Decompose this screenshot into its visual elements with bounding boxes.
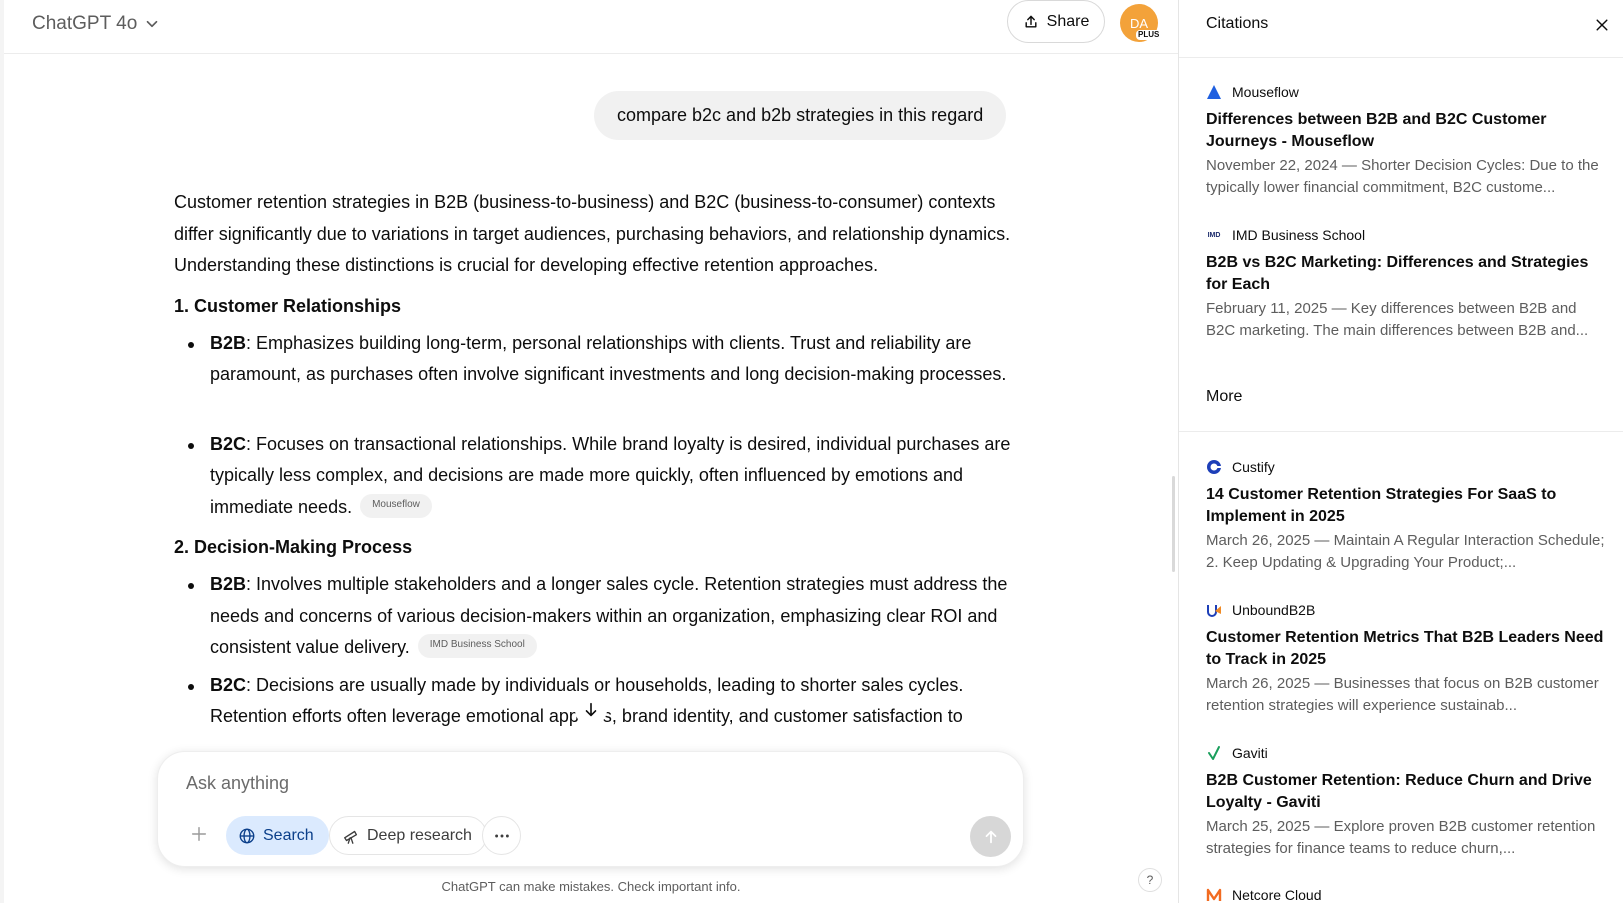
citation-item[interactable]: Custify 14 Customer Retention Strategies… [1206, 457, 1606, 574]
model-name: ChatGPT 4o [32, 13, 138, 34]
citation-title: B2B Customer Retention: Reduce Churn and… [1206, 772, 1592, 811]
citation-source: UnboundB2B [1206, 600, 1606, 620]
citation-snippet: March 26, 2025 — Maintain A Regular Inte… [1206, 532, 1605, 571]
source-chip-mouseflow[interactable]: Mouseflow [360, 493, 432, 518]
help-button[interactable]: ? [1138, 868, 1162, 892]
more-citations-label: More [1206, 388, 1243, 405]
imd-logo-icon: IMD [1207, 231, 1221, 239]
plus-icon [191, 826, 207, 842]
close-button[interactable] [1591, 14, 1613, 36]
citation-title: Customer Retention Metrics That B2B Lead… [1206, 629, 1604, 668]
model-selector[interactable]: ChatGPT 4o [32, 10, 161, 38]
citation-source: Custify [1206, 457, 1606, 477]
chevron-down-icon [146, 20, 158, 28]
composer: Search Deep research [157, 751, 1024, 867]
top-bar: ChatGPT 4o Share DA PLUS [4, 0, 1178, 54]
citation-title: 14 Customer Retention Strategies For Saa… [1206, 486, 1557, 525]
unboundb2b-logo-icon [1207, 605, 1221, 617]
citation-source: IMD IMD Business School [1206, 225, 1606, 245]
share-button[interactable]: Share [1007, 0, 1105, 43]
custify-logo-icon [1207, 460, 1221, 474]
divider [1179, 431, 1623, 432]
more-tools-button[interactable] [482, 816, 521, 855]
citation-snippet: November 22, 2024 — Shorter Decision Cyc… [1206, 157, 1599, 196]
b2c-text: : Decisions are usually made by individu… [246, 674, 964, 695]
citation-item[interactable]: IMD IMD Business School B2B vs B2C Marke… [1206, 225, 1606, 342]
scroll-down-button[interactable] [575, 694, 607, 726]
attach-button[interactable] [184, 819, 214, 849]
citations-title: Citations [1206, 15, 1269, 32]
citation-source-name: Netcore Cloud [1232, 887, 1322, 903]
deep-research-button[interactable]: Deep research [329, 816, 487, 855]
citation-source-name: UnboundB2B [1232, 602, 1316, 618]
citation-item[interactable]: UnboundB2B Customer Retention Metrics Th… [1206, 600, 1606, 717]
citations-header: Citations [1179, 0, 1623, 58]
citation-source-name: Custify [1232, 459, 1275, 475]
section-list: B2B: Emphasizes building long-term, pers… [174, 328, 1020, 524]
deep-research-label: Deep research [367, 826, 472, 844]
b2b-text: : Emphasizes building long-term, persona… [210, 332, 1007, 385]
citation-source: Mouseflow [1206, 82, 1606, 102]
b2c-label: B2C [210, 433, 247, 454]
citation-source-name: Mouseflow [1232, 84, 1299, 100]
citation-source-name: Gaviti [1232, 745, 1268, 761]
user-message: compare b2c and b2b strategies in this r… [594, 91, 1007, 140]
search-toggle-button[interactable]: Search [226, 816, 329, 855]
answer-intro: Customer retention strategies in B2B (bu… [174, 192, 1011, 275]
send-arrow-icon [985, 830, 996, 843]
netcore-logo-icon [1206, 888, 1222, 901]
share-label: Share [1046, 12, 1090, 30]
scrollbar[interactable] [1172, 476, 1175, 572]
list-item: B2C: Focuses on transactional relationsh… [174, 429, 1020, 524]
avatar-initials: DA [1129, 15, 1149, 31]
list-item: B2B: Involves multiple stakeholders and … [174, 569, 1020, 664]
b2b-text: : Involves multiple stakeholders and a l… [210, 574, 1008, 657]
citation-item[interactable]: Netcore Cloud [1206, 885, 1606, 903]
b2c-text: : Focuses on transactional relationships… [210, 433, 1011, 517]
sidebar-edge [0, 0, 4, 903]
telescope-icon [344, 830, 358, 844]
chat-main-pane: ChatGPT 4o Share DA PLUS compare b2c and… [0, 0, 1178, 903]
disclaimer: ChatGPT can make mistakes. Check importa… [441, 879, 741, 894]
b2c-label: B2C [210, 674, 247, 695]
share-icon [1025, 15, 1037, 28]
citation-item[interactable]: Gaviti B2B Customer Retention: Reduce Ch… [1206, 743, 1606, 860]
prompt-input[interactable] [186, 768, 946, 798]
citation-title: Differences between B2B and B2C Customer… [1206, 111, 1547, 150]
send-button[interactable] [970, 816, 1011, 857]
close-icon [1596, 19, 1608, 31]
more-dots-icon [494, 834, 509, 837]
plan-badge: PLUS [1136, 30, 1162, 40]
scroll-down-arrow-icon [585, 702, 597, 717]
list-item: B2B: Emphasizes building long-term, pers… [174, 328, 1020, 391]
b2b-label: B2B [210, 574, 247, 594]
citation-source: Gaviti [1206, 743, 1606, 763]
section-heading: 1. Customer Relationships [174, 295, 402, 316]
citation-snippet: February 11, 2025 — Key differences betw… [1206, 300, 1589, 339]
citation-snippet: March 25, 2025 — Explore proven B2B cust… [1206, 818, 1596, 857]
source-chip-imd[interactable]: IMD Business School [417, 634, 537, 659]
citation-source-name: IMD Business School [1232, 227, 1366, 243]
gaviti-logo-icon [1208, 746, 1220, 760]
mouseflow-logo-icon [1207, 85, 1221, 99]
citation-source: Netcore Cloud [1206, 885, 1606, 903]
citation-snippet: March 26, 2025 — Businesses that focus o… [1206, 675, 1599, 714]
b2b-label: B2B [210, 332, 247, 353]
citation-title: B2B vs B2C Marketing: Differences and St… [1206, 254, 1589, 293]
section-heading: 2. Decision-Making Process [174, 537, 413, 557]
citation-item[interactable]: Mouseflow Differences between B2B and B2… [1206, 82, 1606, 199]
citations-panel: Citations Mouseflow Differences between … [1178, 0, 1623, 903]
globe-icon [239, 828, 255, 843]
search-label: Search [263, 826, 314, 844]
assistant-message: Customer retention strategies in B2B (bu… [174, 187, 1020, 739]
